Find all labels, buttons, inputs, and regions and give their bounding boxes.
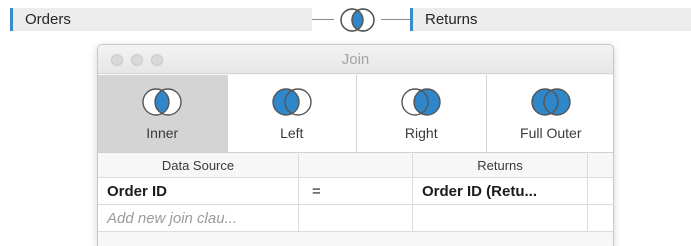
join-type-label: Inner — [146, 125, 179, 141]
join-type-label: Full Outer — [520, 125, 582, 141]
inner-join-icon — [142, 88, 182, 116]
row-spacer — [588, 205, 613, 231]
grid-header-row: Data Source Returns — [98, 154, 613, 178]
right-field-cell[interactable]: Order ID (Retu... — [413, 178, 588, 204]
join-clause-grid: Data Source Returns Order ID = Order ID … — [98, 154, 613, 232]
right-join-icon — [401, 88, 441, 116]
dialog-titlebar[interactable]: Join — [98, 45, 613, 74]
add-join-clause-row[interactable]: Add new join clau... — [98, 205, 613, 232]
left-join-icon — [272, 88, 312, 116]
join-type-right-button[interactable]: Right — [357, 75, 487, 152]
right-table-pill[interactable]: Returns — [410, 8, 691, 31]
join-type-inner-button[interactable]: Inner — [98, 75, 228, 152]
data-source-canvas: Orders Returns — [0, 0, 691, 38]
right-table-name: Returns — [425, 11, 478, 28]
dialog-title: Join — [341, 51, 370, 68]
inner-join-icon[interactable] — [332, 6, 382, 34]
join-link-line-left — [312, 19, 334, 20]
left-table-name: Orders — [25, 11, 71, 28]
empty-right-cell — [413, 205, 588, 231]
row-spacer — [588, 178, 613, 204]
operator-cell[interactable]: = — [299, 178, 413, 204]
full-outer-join-icon — [531, 88, 571, 116]
empty-operator-cell — [299, 205, 413, 231]
join-type-label: Left — [280, 125, 304, 141]
left-table-pill[interactable]: Orders — [10, 8, 312, 31]
join-clause-row[interactable]: Order ID = Order ID (Retu... — [98, 178, 613, 205]
left-source-header: Data Source — [98, 154, 299, 177]
left-field-cell[interactable]: Order ID — [98, 178, 299, 204]
join-dialog: Join Inner Left Right Full Outer Data So… — [97, 44, 614, 246]
add-join-clause-input[interactable]: Add new join clau... — [98, 205, 299, 231]
join-link-line-right — [381, 19, 410, 20]
header-spacer — [588, 154, 613, 177]
right-source-header: Returns — [413, 154, 588, 177]
join-type-left-button[interactable]: Left — [227, 75, 357, 152]
operator-header — [299, 154, 413, 177]
join-type-selector: Inner Left Right Full Outer — [98, 75, 613, 153]
join-type-label: Right — [404, 125, 438, 141]
join-type-full-outer-button[interactable]: Full Outer — [486, 75, 613, 152]
